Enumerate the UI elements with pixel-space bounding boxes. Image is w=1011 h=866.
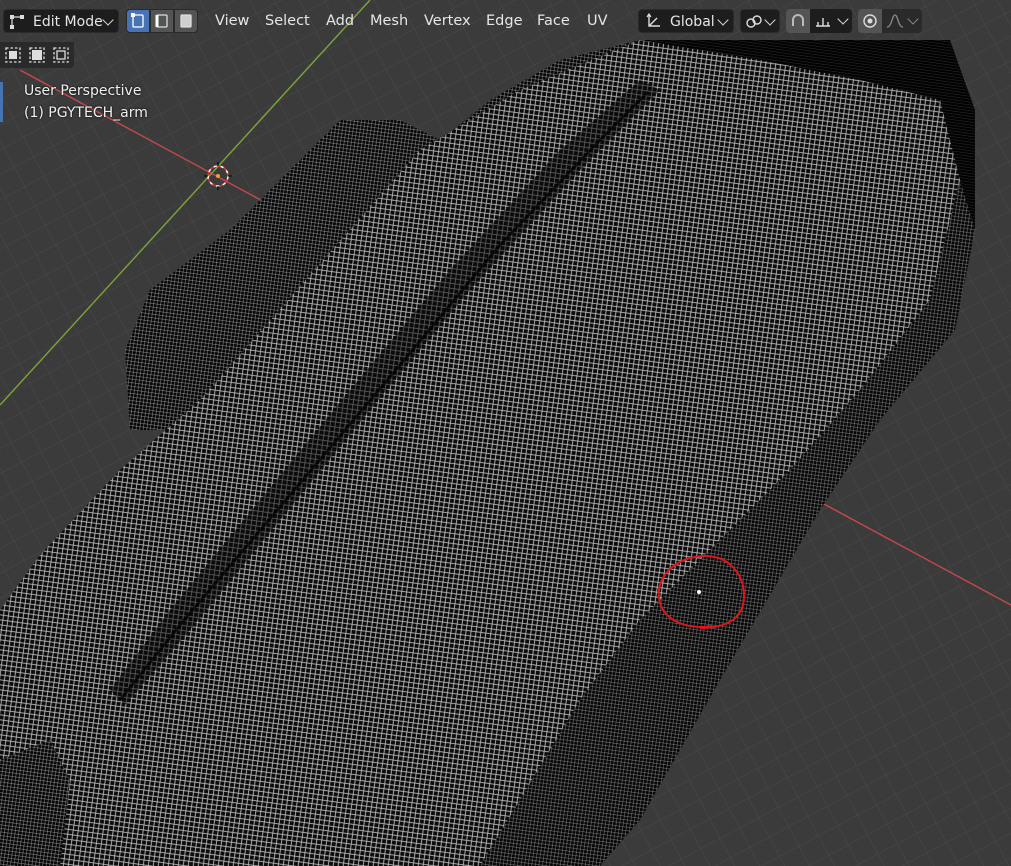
menu-select[interactable]: Select — [265, 9, 310, 33]
chevron-down-icon — [102, 14, 114, 26]
vertex-select-button[interactable] — [126, 9, 150, 33]
edge-select-icon — [155, 14, 168, 28]
link-icon — [746, 15, 762, 28]
falloff-dropdown[interactable] — [882, 9, 922, 33]
3d-viewport[interactable] — [0, 0, 1011, 866]
select-extend-icon[interactable] — [28, 46, 46, 64]
chevron-down-icon — [907, 13, 919, 25]
face-select-icon — [180, 14, 192, 28]
orientation-label: Global — [670, 14, 715, 30]
face-select-button[interactable] — [174, 9, 198, 33]
menu-view[interactable]: View — [215, 9, 249, 33]
viewport-header: Edit Mode View Select Add Mesh Vertex Ed… — [0, 0, 1011, 42]
menu-vertex[interactable]: Vertex — [424, 9, 471, 33]
menu-edge[interactable]: Edge — [486, 9, 523, 33]
snap-target-dropdown[interactable] — [810, 9, 852, 33]
viewport-canvas[interactable] — [0, 0, 1011, 866]
transform-orientation-dropdown[interactable]: Global — [638, 9, 734, 33]
menu-face[interactable]: Face — [537, 9, 570, 33]
edit-mode-icon — [10, 15, 24, 29]
menu-add[interactable]: Add — [326, 9, 354, 33]
proportional-edit-icon — [863, 14, 877, 28]
chevron-down-icon — [764, 14, 776, 26]
select-new-icon[interactable] — [4, 46, 22, 64]
select-subtract-icon[interactable] — [52, 46, 70, 64]
proportional-editing-toggle[interactable] — [858, 9, 882, 33]
viewport-info: User Perspective (1) PGYTECH_arm — [24, 80, 148, 124]
pivot-point-dropdown[interactable] — [740, 9, 780, 33]
mode-label: Edit Mode — [33, 14, 103, 30]
selected-vertex[interactable] — [697, 590, 701, 594]
view-name: User Perspective — [24, 83, 142, 99]
magnet-icon — [792, 14, 804, 26]
menu-uv[interactable]: UV — [587, 9, 608, 33]
chevron-down-icon — [837, 13, 849, 25]
menu-mesh[interactable]: Mesh — [370, 9, 408, 33]
orientation-axes-icon — [646, 13, 660, 27]
mode-dropdown[interactable]: Edit Mode — [3, 9, 119, 33]
object-name: (1) PGYTECH_arm — [24, 105, 148, 121]
falloff-curve-icon — [886, 14, 904, 28]
active-area-indicator — [0, 82, 3, 122]
snap-increment-icon — [816, 18, 830, 27]
selection-mode-bar — [0, 42, 74, 68]
chevron-down-icon — [717, 14, 729, 26]
snap-toggle[interactable] — [786, 9, 810, 33]
edge-select-button[interactable] — [150, 9, 174, 33]
vertex-select-icon — [131, 13, 144, 28]
